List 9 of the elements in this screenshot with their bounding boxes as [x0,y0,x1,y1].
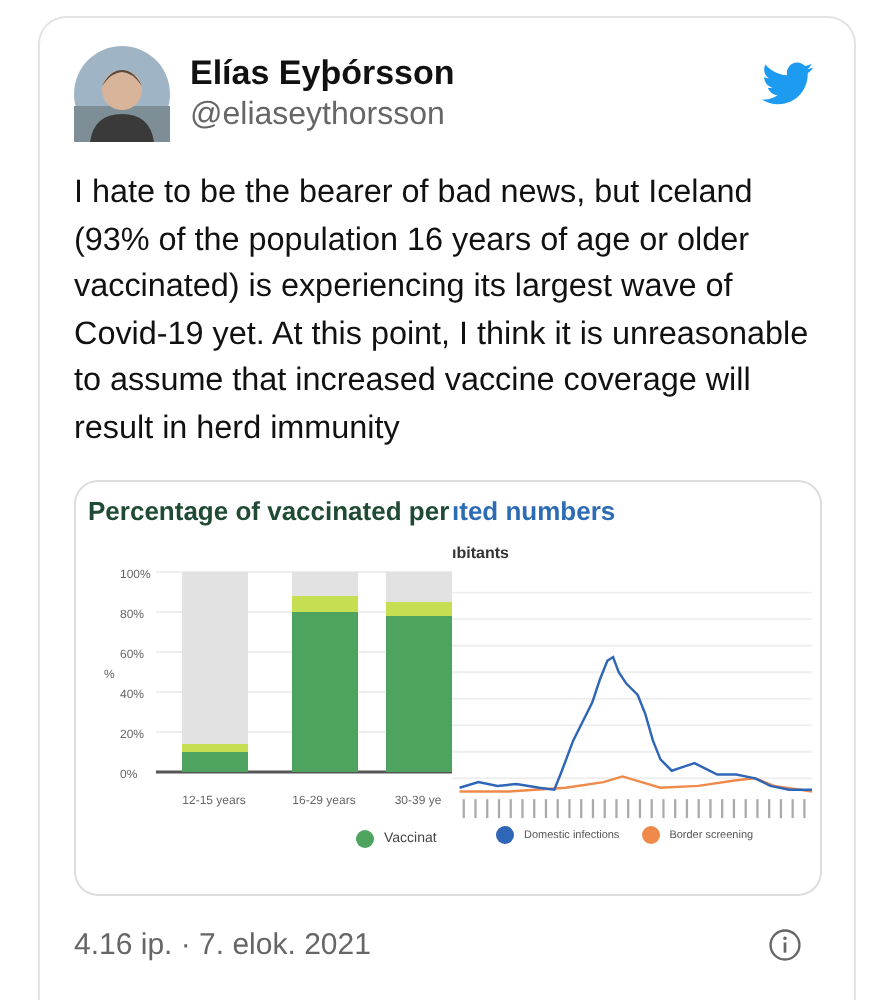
chart-title: ıted numbers [452,496,618,526]
bird-icon[interactable] [762,62,814,106]
author-name[interactable]: Elías Eyþórsson [190,54,742,94]
tweet-text: I hate to be the bearer of bad news, but Iceland (93% of the population 16 years of age or older vaccinated) is experiencing its largest wave of Covid-19 yet. At this point, I think it is unreasonable to assume that increased vaccine coverage will result in herd immunity [74,172,811,449]
author-handle[interactable]: @eliaseythorsson [190,98,742,134]
timestamp[interactable]: 4.16 ip. · 7. elok. 2021 [74,928,371,962]
chart-title: Percentage of vaccinated per [88,496,452,526]
info-icon[interactable] [768,928,802,962]
chart-subtitle: ıbitants [452,544,511,562]
